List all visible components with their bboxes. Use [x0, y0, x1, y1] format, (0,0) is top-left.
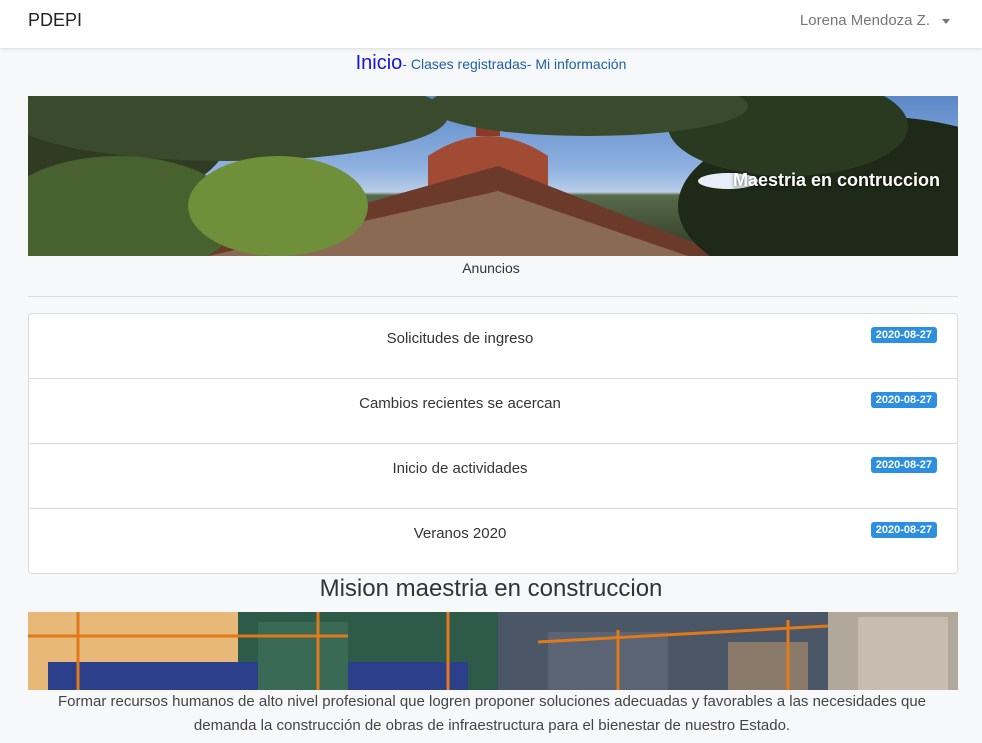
announcement-title: Veranos 2020 [413, 525, 507, 542]
user-menu-dropdown[interactable]: Lorena Mendoza Z. [800, 12, 950, 29]
mision-description: Formar recursos humanos de alto nivel pr… [57, 693, 927, 734]
banner-title: Maestria en contruccion [732, 170, 940, 190]
nav-link-inicio[interactable]: Inicio [356, 52, 403, 74]
nav-link-clases-registradas[interactable]: - Clases registradas [402, 56, 527, 72]
announcement-title: Solicitudes de ingreso [386, 330, 534, 347]
announcements-heading: Anuncios [462, 260, 520, 276]
announcement-title: Cambios recientes se acercan [359, 395, 561, 412]
date-badge: 2020-08-27 [870, 522, 937, 538]
nav-link-mi-informacion[interactable]: - Mi información [527, 56, 627, 72]
list-item[interactable]: Inicio de actividades 2020-08-27 [29, 444, 957, 509]
list-item[interactable]: Veranos 2020 2020-08-27 [29, 509, 957, 573]
top-navbar: PDEPI Lorena Mendoza Z. [0, 0, 982, 48]
construction-photo-graphic [28, 612, 958, 690]
mision-heading: Mision maestria en construccion [319, 575, 663, 602]
brand-logo[interactable]: PDEPI [28, 10, 82, 31]
date-badge: 2020-08-27 [870, 457, 937, 473]
announcements-list: Solicitudes de ingreso 2020-08-27 Cambio… [28, 313, 958, 574]
construction-banner-image [28, 612, 958, 690]
date-badge: 2020-08-27 [870, 327, 937, 343]
announcement-title: Inicio de actividades [392, 460, 528, 477]
list-item[interactable]: Cambios recientes se acercan 2020-08-27 [29, 379, 957, 444]
list-item[interactable]: Solicitudes de ingreso 2020-08-27 [29, 314, 957, 379]
hero-banner-image: Maestria en contruccion [28, 96, 958, 256]
user-name: Lorena Mendoza Z. [799, 12, 930, 29]
section-nav: Inicio- Clases registradas- Mi informaci… [0, 52, 982, 75]
date-badge: 2020-08-27 [870, 392, 937, 408]
caret-down-icon [942, 18, 950, 24]
section-divider [28, 296, 958, 297]
